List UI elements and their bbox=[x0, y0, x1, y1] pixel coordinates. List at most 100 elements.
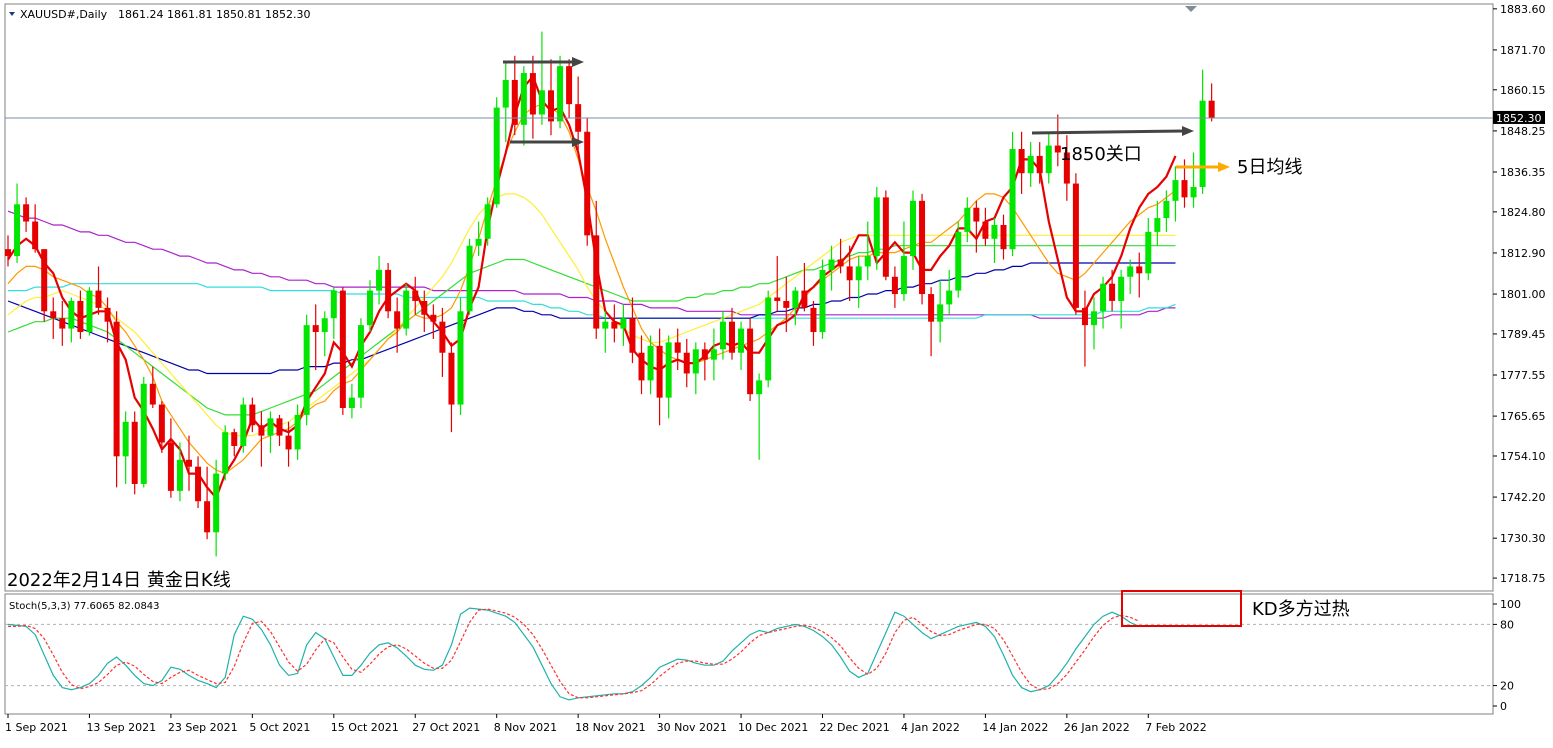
candle-body bbox=[149, 383, 156, 405]
stoch-tick-label: 100 bbox=[1500, 598, 1521, 611]
candle-body bbox=[330, 290, 337, 319]
candle bbox=[493, 97, 500, 208]
chart-caption: 2022年2月14日 黄金日K线 bbox=[7, 570, 231, 591]
candle-body bbox=[1100, 283, 1107, 312]
candle-body bbox=[937, 304, 944, 322]
candle bbox=[403, 283, 410, 336]
candle-body bbox=[864, 256, 871, 267]
chart-root: 1883.60 1871.70 1860.15 1848.25 1836.35 1824.… bbox=[0, 0, 1553, 744]
candle-body bbox=[294, 414, 301, 450]
candle-body bbox=[475, 238, 482, 246]
candle-body bbox=[457, 311, 464, 405]
y-tick-label: 1883.60 bbox=[1500, 3, 1546, 16]
candle-body bbox=[249, 404, 256, 426]
candle-body bbox=[1118, 276, 1125, 301]
candle-body bbox=[32, 221, 39, 250]
candle-body bbox=[412, 290, 419, 301]
candle-body bbox=[466, 245, 473, 312]
candle-body bbox=[982, 221, 989, 239]
y-tick-label: 1754.10 bbox=[1500, 450, 1546, 463]
candle-body bbox=[276, 418, 283, 436]
annotation-ma5: 5日均线 bbox=[1237, 157, 1302, 178]
candle-body bbox=[104, 307, 111, 322]
candle bbox=[919, 193, 926, 305]
current-price-label: 1852.30 bbox=[1496, 112, 1542, 125]
y-tick-label: 1718.75 bbox=[1500, 572, 1546, 585]
y-tick-label: 1765.65 bbox=[1500, 410, 1546, 423]
candle-body bbox=[1018, 149, 1025, 174]
candle-body bbox=[846, 266, 853, 281]
candle-body bbox=[493, 107, 500, 205]
candle bbox=[339, 287, 346, 415]
candle-body bbox=[1199, 100, 1206, 188]
candle bbox=[385, 262, 392, 319]
candle-body bbox=[403, 290, 410, 329]
candle-body bbox=[928, 294, 935, 322]
candle bbox=[357, 318, 364, 408]
candle-body bbox=[1208, 100, 1215, 118]
candle-body bbox=[801, 290, 808, 308]
candle-body bbox=[1145, 231, 1152, 274]
x-tick-label: 5 Oct 2021 bbox=[249, 721, 310, 734]
candle-body bbox=[1136, 266, 1143, 274]
candle-body bbox=[955, 231, 962, 291]
candle-body bbox=[701, 349, 708, 360]
candle-body bbox=[765, 297, 772, 381]
x-tick-label: 13 Sep 2021 bbox=[86, 721, 156, 734]
x-tick-label: 15 Oct 2021 bbox=[331, 721, 399, 734]
candle bbox=[303, 314, 310, 426]
candle-body bbox=[910, 200, 916, 257]
x-tick-label: 7 Feb 2022 bbox=[1145, 721, 1206, 734]
candle-body bbox=[810, 307, 817, 333]
candle bbox=[557, 55, 564, 129]
y-tick-label: 1836.35 bbox=[1500, 166, 1546, 179]
candle-body bbox=[5, 249, 11, 257]
candle-body bbox=[14, 204, 21, 257]
candle-body bbox=[303, 325, 310, 415]
candle-body bbox=[837, 259, 844, 267]
candle-body bbox=[448, 352, 455, 405]
x-tick-label: 1 Sep 2021 bbox=[5, 721, 68, 734]
candle-body bbox=[41, 249, 48, 312]
arrow-1850-level bbox=[1031, 129, 1185, 135]
x-tick-label: 30 Nov 2021 bbox=[657, 721, 727, 734]
y-tick-label: 1730.30 bbox=[1500, 532, 1546, 545]
candle-body bbox=[502, 79, 509, 108]
candle-body bbox=[1072, 183, 1079, 308]
candle bbox=[1072, 173, 1079, 315]
candle-body bbox=[113, 321, 120, 457]
candle-body bbox=[77, 300, 84, 333]
candle-body bbox=[1000, 224, 1007, 250]
x-tick-label: 18 Nov 2021 bbox=[575, 721, 645, 734]
candle-body bbox=[1045, 145, 1052, 174]
candle-body bbox=[167, 442, 174, 491]
y-tick-label: 1777.55 bbox=[1500, 369, 1546, 382]
candle-body bbox=[1154, 218, 1161, 232]
candle bbox=[222, 425, 229, 481]
y-tick-label: 1860.15 bbox=[1500, 84, 1546, 97]
candle bbox=[584, 117, 591, 246]
candle-body bbox=[385, 269, 392, 312]
candle-body bbox=[783, 300, 790, 308]
candle-body bbox=[629, 318, 636, 353]
y-tick-label: 1848.25 bbox=[1500, 125, 1546, 138]
candle bbox=[466, 238, 473, 315]
candle-body bbox=[1181, 180, 1188, 198]
candle-body bbox=[729, 321, 735, 353]
x-tick-label: 27 Oct 2021 bbox=[412, 721, 480, 734]
candle-body bbox=[430, 314, 437, 322]
candle bbox=[131, 411, 138, 495]
candle-body bbox=[973, 207, 980, 222]
candle-body bbox=[222, 432, 229, 474]
candle-body bbox=[95, 290, 102, 308]
candle-body bbox=[1109, 283, 1116, 301]
candle-body bbox=[86, 290, 93, 333]
candle-body bbox=[620, 318, 627, 329]
candle-body bbox=[964, 207, 971, 232]
candle bbox=[86, 287, 93, 336]
candle bbox=[747, 318, 754, 402]
x-tick-label: 26 Jan 2022 bbox=[1064, 721, 1130, 734]
candle-body bbox=[792, 290, 799, 308]
candle-body bbox=[855, 266, 862, 281]
candle-body bbox=[593, 235, 600, 329]
